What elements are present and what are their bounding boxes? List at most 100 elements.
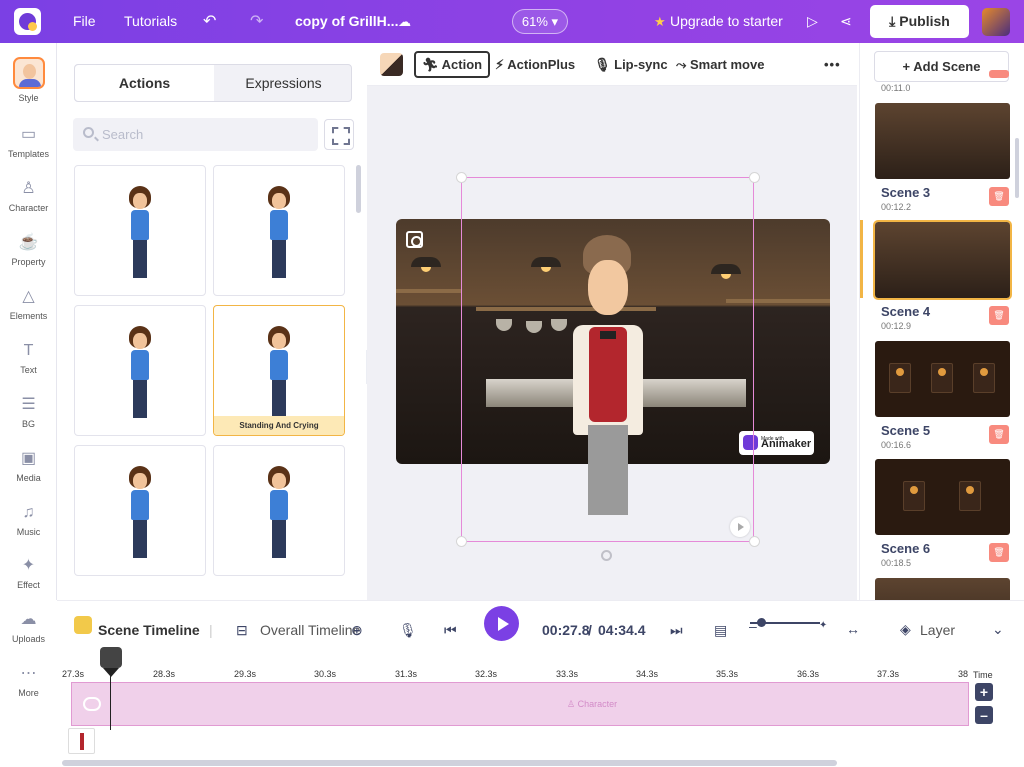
delete-scene-icon[interactable]: 🗑︎ — [989, 306, 1009, 325]
action-card[interactable] — [74, 165, 206, 296]
ruler-label: 36.3s — [797, 669, 820, 679]
nav-bg[interactable]: ☰ BG — [0, 395, 57, 445]
upgrade-link[interactable]: Upgrade to starter — [670, 0, 783, 43]
layer-dropdown[interactable]: Layer — [920, 622, 955, 638]
panel-scrollbar[interactable] — [356, 165, 361, 213]
delete-scene-icon[interactable]: 🗑︎ — [989, 187, 1009, 206]
chevron-down-icon[interactable]: ⌄ — [992, 621, 1004, 638]
nav-label: Music — [16, 527, 41, 537]
nav-style[interactable]: Style — [0, 57, 57, 107]
nav-music[interactable]: ♫ Music — [0, 503, 57, 553]
rotate-icon[interactable] — [601, 550, 612, 561]
animaker-logo-icon[interactable] — [14, 8, 41, 35]
nav-text[interactable]: T Text — [0, 341, 57, 391]
redo-icon[interactable]: ↷ — [250, 0, 263, 43]
character-thumbnail[interactable] — [68, 728, 95, 754]
nav-templates[interactable]: ▭ Templates — [0, 125, 57, 175]
file-menu[interactable]: File — [73, 0, 96, 43]
left-nav: Style ▭ Templates ♙ Character ☕ Property… — [0, 43, 57, 600]
scene-timeline-tab[interactable]: Scene Timeline — [98, 622, 200, 638]
nav-more[interactable]: ⋯ More — [0, 664, 57, 714]
fit-width-icon[interactable]: ↔ — [846, 621, 860, 637]
scene-time: 00:18.5 — [881, 558, 912, 568]
actionplus-label: ActionPlus — [507, 57, 576, 72]
expand-icon[interactable] — [324, 119, 354, 150]
project-title[interactable]: copy of GrillH... — [295, 0, 398, 43]
delete-scene-icon[interactable] — [989, 70, 1009, 78]
scene-thumbnail[interactable] — [875, 459, 1010, 535]
tutorials-menu[interactable]: Tutorials — [124, 0, 177, 43]
ruler-label: 37.3s — [877, 669, 900, 679]
zoom-dropdown[interactable]: 61% ▾ — [512, 9, 568, 34]
action-card[interactable] — [74, 305, 206, 436]
playhead-handle[interactable] — [100, 647, 122, 677]
share-icon[interactable]: ⋖ — [840, 0, 852, 43]
timeline-panel: Scene Timeline | ⊟ Overall Timeline ⊕ 🎙︎… — [57, 600, 1024, 767]
character-figure — [122, 326, 158, 426]
smartmove-button[interactable]: ⤳ Smart move — [676, 54, 764, 76]
character-icon: ♙ — [21, 180, 36, 197]
waiter-character[interactable] — [573, 235, 643, 525]
resize-handle[interactable] — [749, 536, 760, 547]
publish-button[interactable]: ⤓ Publish — [870, 5, 969, 38]
delete-scene-icon[interactable]: 🗑︎ — [989, 425, 1009, 444]
zoom-out-icon[interactable]: – — [749, 618, 757, 634]
scene-time: 00:12.2 — [881, 202, 912, 212]
skip-back-icon[interactable]: ⏮︎ — [444, 622, 457, 639]
resize-handle[interactable] — [456, 172, 467, 183]
zoom-in-icon[interactable]: ✦ — [819, 620, 827, 631]
preview-play-icon[interactable]: ▷ — [807, 0, 818, 43]
nav-label: Templates — [7, 149, 50, 159]
action-card[interactable] — [213, 165, 345, 296]
color-swatch-icon[interactable] — [380, 53, 403, 76]
scenes-scrollbar[interactable] — [1015, 138, 1019, 198]
skip-forward-icon[interactable]: ⏭︎ — [670, 622, 683, 639]
nav-elements[interactable]: △ Elements — [0, 287, 57, 337]
nav-label: Text — [20, 365, 37, 375]
delete-scene-icon[interactable]: 🗑︎ — [989, 543, 1009, 562]
effect-icon: ✦ — [21, 557, 36, 574]
nav-effect[interactable]: ✦ Effect — [0, 556, 57, 606]
tab-expressions[interactable]: Expressions — [214, 65, 353, 101]
resize-handle[interactable] — [456, 536, 467, 547]
action-button[interactable]: 🏃︎ Action — [414, 51, 491, 78]
time-ruler: 27.3s 28.3s 29.3s 30.3s 31.3s 32.3s 33.3… — [62, 669, 972, 681]
scene-thumbnail-selected[interactable] — [873, 220, 1012, 300]
character-play-icon[interactable] — [730, 517, 750, 537]
scene-thumbnail[interactable] — [875, 341, 1010, 417]
nav-character[interactable]: ♙ Character — [0, 179, 57, 229]
action-card[interactable] — [213, 445, 345, 576]
lipsync-button[interactable]: 🎙︎ Lip-sync — [594, 54, 668, 76]
scene-thumbnail[interactable] — [875, 578, 1010, 600]
action-caption: Standing And Crying — [214, 416, 344, 435]
nav-uploads[interactable]: ☁ Uploads — [0, 610, 57, 660]
link-icon[interactable] — [83, 697, 101, 711]
microphone-icon[interactable]: 🎙︎ — [399, 622, 417, 639]
timeline-zoom-slider[interactable] — [750, 618, 820, 627]
add-layer-icon[interactable]: ⊕ — [351, 622, 363, 639]
nav-property[interactable]: ☕ Property — [0, 233, 57, 283]
running-plus-icon: ⚡︎ — [495, 57, 508, 72]
zoom-plus-button[interactable]: + — [975, 683, 993, 701]
subtitle-icon[interactable]: ▤ — [714, 622, 727, 639]
zoom-minus-button[interactable]: – — [975, 706, 993, 724]
overall-timeline-tab[interactable]: Overall Timeline — [260, 622, 360, 638]
search-input[interactable]: Search — [73, 118, 318, 151]
nav-media[interactable]: ▣ Media — [0, 449, 57, 499]
tab-actions[interactable]: Actions — [75, 65, 214, 101]
play-button[interactable] — [484, 606, 519, 641]
action-card[interactable] — [74, 445, 206, 576]
shelf — [396, 289, 461, 293]
camera-icon[interactable] — [406, 231, 423, 248]
user-avatar[interactable] — [982, 8, 1010, 36]
more-options-icon[interactable]: ••• — [824, 54, 841, 76]
scene-thumbnail[interactable] — [875, 103, 1010, 179]
actionplus-button[interactable]: ⚡︎ ActionPlus — [495, 54, 575, 76]
add-scene-button[interactable]: + Add Scene — [874, 51, 1009, 82]
timeline-scrollbar[interactable] — [62, 760, 837, 766]
action-card-selected[interactable]: Standing And Crying — [213, 305, 345, 436]
character-track[interactable]: ♙ Character — [71, 682, 969, 726]
divider: | — [209, 622, 213, 638]
resize-handle[interactable] — [749, 172, 760, 183]
undo-icon[interactable]: ↶ — [203, 0, 216, 43]
